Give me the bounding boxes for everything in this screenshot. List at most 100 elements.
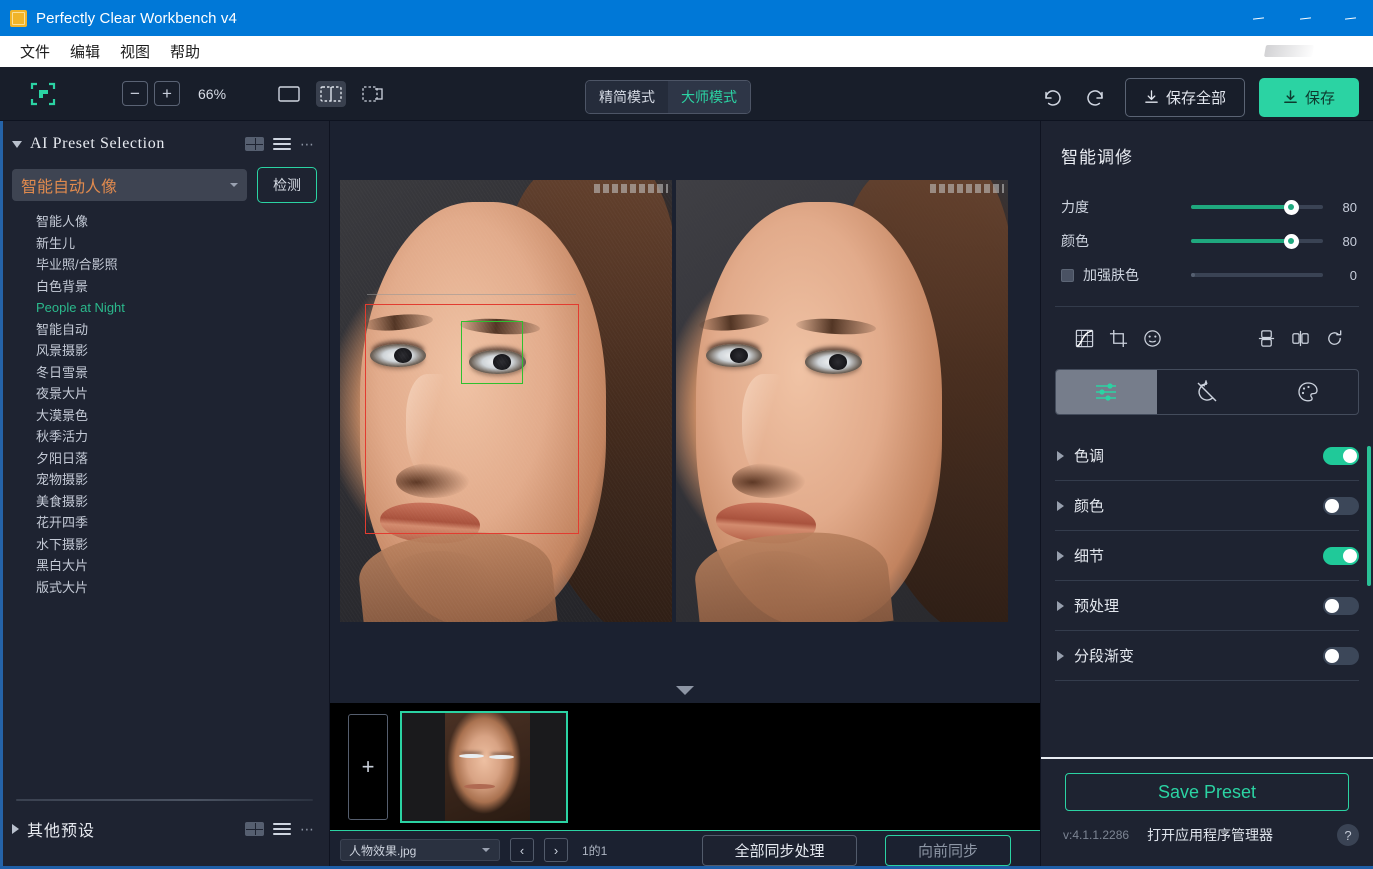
- chevron-right-icon[interactable]: [12, 824, 19, 834]
- list-view-icon[interactable]: [273, 823, 291, 836]
- crop-frame-logo-icon[interactable]: [30, 81, 56, 107]
- chevron-right-icon[interactable]: [1057, 651, 1064, 661]
- slider-knob[interactable]: [1284, 200, 1299, 215]
- preset-item[interactable]: 智能人像: [36, 211, 329, 233]
- slider-track[interactable]: [1191, 205, 1323, 209]
- preset-item[interactable]: 秋季活力: [36, 426, 329, 448]
- preset-item[interactable]: 夕阳日落: [36, 448, 329, 470]
- slider-value: 0: [1323, 268, 1357, 283]
- chevron-right-icon[interactable]: [1057, 451, 1064, 461]
- slider-label: 力度: [1061, 197, 1191, 217]
- tab-palette[interactable]: [1257, 370, 1358, 414]
- preset-item[interactable]: 黑白大片: [36, 555, 329, 577]
- preset-dropdown[interactable]: 智能自动人像: [12, 169, 247, 201]
- detect-button[interactable]: 检测: [257, 167, 317, 203]
- accordion-toggle[interactable]: [1323, 597, 1359, 615]
- preset-item[interactable]: 宠物摄影: [36, 469, 329, 491]
- flip-horizontal-icon[interactable]: [1283, 325, 1317, 351]
- sync-forward-button[interactable]: 向前同步: [885, 835, 1011, 866]
- more-options-icon[interactable]: ⋯: [300, 822, 315, 836]
- accordion-row-color[interactable]: 颜色: [1055, 481, 1359, 531]
- image-after[interactable]: [676, 180, 1008, 622]
- redo-icon[interactable]: [1081, 83, 1111, 113]
- menu-item-file[interactable]: 文件: [10, 39, 60, 64]
- menu-item-view[interactable]: 视图: [110, 39, 160, 64]
- save-preset-button[interactable]: Save Preset: [1065, 773, 1349, 811]
- maximize-button[interactable]: [1281, 0, 1327, 36]
- rotate-icon[interactable]: [1317, 325, 1351, 351]
- help-icon[interactable]: ?: [1337, 824, 1359, 846]
- save-button[interactable]: 保存: [1259, 78, 1359, 117]
- accordion-toggle[interactable]: [1323, 647, 1359, 665]
- preset-item[interactable]: 版式大片: [36, 577, 329, 599]
- zoom-in-button[interactable]: +: [154, 81, 180, 106]
- save-all-button[interactable]: 保存全部: [1125, 78, 1245, 117]
- slider-track[interactable]: [1191, 239, 1323, 243]
- view-compare-icon[interactable]: [358, 81, 388, 107]
- preset-item[interactable]: 花开四季: [36, 512, 329, 534]
- tool-icon-row: [1041, 307, 1373, 365]
- accordion-toggle[interactable]: [1323, 547, 1359, 565]
- file-dropdown[interactable]: 人物效果.jpg: [340, 839, 500, 861]
- menu-item-edit[interactable]: 编辑: [60, 39, 110, 64]
- preset-item[interactable]: 新生儿: [36, 233, 329, 255]
- accordion-row-detail[interactable]: 细节: [1055, 531, 1359, 581]
- flip-vertical-icon[interactable]: [1249, 325, 1283, 351]
- next-image-button[interactable]: ›: [544, 838, 568, 862]
- preset-item[interactable]: 夜景大片: [36, 383, 329, 405]
- sliders-icon: [1093, 381, 1119, 403]
- preset-item[interactable]: 水下摄影: [36, 534, 329, 556]
- prev-image-button[interactable]: ‹: [510, 838, 534, 862]
- menu-item-help[interactable]: 帮助: [160, 39, 210, 64]
- preset-item[interactable]: People at Night: [36, 297, 329, 319]
- right-panel-scrollbar[interactable]: [1367, 446, 1371, 586]
- more-options-icon[interactable]: ⋯: [300, 137, 315, 151]
- face-icon[interactable]: [1135, 325, 1169, 351]
- caret-down-icon[interactable]: [676, 686, 694, 695]
- accordion-toggle[interactable]: [1323, 447, 1359, 465]
- grid-view-icon[interactable]: [245, 822, 264, 836]
- accordion-row-preprocess[interactable]: 预处理: [1055, 581, 1359, 631]
- zoom-out-button[interactable]: −: [122, 81, 148, 106]
- crop-icon[interactable]: [1101, 325, 1135, 351]
- edit-mode-tabs: [1055, 369, 1359, 415]
- menu-bar: 文件 编辑 视图 帮助: [0, 36, 1373, 67]
- mode-simple-button[interactable]: 精简模式: [586, 81, 668, 113]
- ai-preset-section-header[interactable]: AI Preset Selection ⋯: [0, 121, 329, 163]
- chevron-right-icon[interactable]: [1057, 601, 1064, 611]
- chevron-right-icon[interactable]: [1057, 501, 1064, 511]
- slider-knob[interactable]: [1284, 234, 1299, 249]
- preset-item[interactable]: 美食摄影: [36, 491, 329, 513]
- undo-icon[interactable]: [1037, 83, 1067, 113]
- filmstrip-thumbnail[interactable]: [400, 711, 568, 823]
- preset-item[interactable]: 冬日雪景: [36, 362, 329, 384]
- sync-all-button[interactable]: 全部同步处理: [702, 835, 857, 866]
- preset-item[interactable]: 大漠景色: [36, 405, 329, 427]
- image-before[interactable]: [340, 180, 672, 622]
- view-split-icon[interactable]: [316, 81, 346, 107]
- minimize-button[interactable]: [1235, 0, 1281, 36]
- preset-item[interactable]: 智能自动: [36, 319, 329, 341]
- chevron-right-icon[interactable]: [1057, 551, 1064, 561]
- close-button[interactable]: [1327, 0, 1373, 36]
- curves-icon[interactable]: [1067, 325, 1101, 351]
- mode-master-button[interactable]: 大师模式: [668, 81, 750, 113]
- slider-track[interactable]: [1191, 273, 1323, 277]
- accordion-row-gradient[interactable]: 分段渐变: [1055, 631, 1359, 681]
- preset-item[interactable]: 风景摄影: [36, 340, 329, 362]
- other-presets-section-header[interactable]: 其他预设 ⋯: [0, 801, 329, 869]
- list-view-icon[interactable]: [273, 138, 291, 151]
- accordion-row-tone[interactable]: 色调: [1055, 431, 1359, 481]
- grid-view-icon[interactable]: [245, 137, 264, 151]
- view-single-icon[interactable]: [274, 81, 304, 107]
- app-manager-link[interactable]: 打开应用程序管理器: [1147, 825, 1273, 845]
- right-panel-footer: Save Preset v:4.1.1.2286 打开应用程序管理器 ?: [1041, 757, 1373, 869]
- preset-item[interactable]: 毕业照/合影照: [36, 254, 329, 276]
- tab-magic-wand[interactable]: [1157, 370, 1258, 414]
- preset-item[interactable]: 白色背景: [36, 276, 329, 298]
- accordion-toggle[interactable]: [1323, 497, 1359, 515]
- enhance-skin-checkbox[interactable]: [1061, 269, 1074, 282]
- tab-sliders[interactable]: [1056, 370, 1157, 414]
- add-image-button[interactable]: +: [348, 714, 388, 820]
- chevron-down-icon[interactable]: [12, 141, 22, 148]
